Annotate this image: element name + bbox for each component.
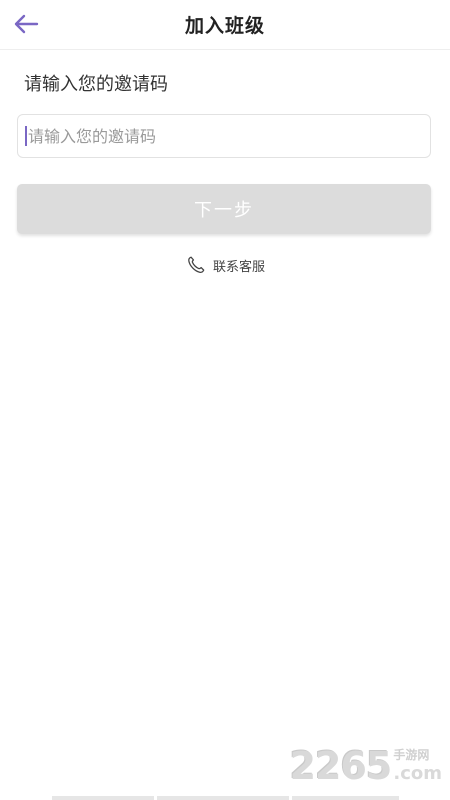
page-title: 加入班级	[184, 15, 265, 37]
watermark-suffix: .com	[393, 763, 442, 784]
top-bar: 加入班级	[0, 0, 450, 50]
invite-code-label: 请输入您的邀请码	[24, 74, 168, 95]
bottom-bar-segment	[157, 796, 289, 800]
back-button[interactable]	[8, 8, 44, 44]
bottom-nav-hint	[0, 796, 450, 800]
contact-support-label: 联系客服	[212, 259, 265, 275]
bottom-bar-segment	[292, 796, 399, 800]
bottom-bar-segment	[52, 796, 154, 800]
watermark-brand: 手游网	[393, 748, 430, 762]
watermark-side: 手游网 .com	[393, 749, 442, 783]
contact-support-link[interactable]: 联系客服	[0, 252, 450, 278]
watermark-digits: 2265	[289, 744, 393, 788]
join-class-screen: 加入班级 请输入您的邀请码 下一步 联系客服 2265 手游网 .com	[0, 0, 450, 800]
text-cursor	[25, 126, 27, 146]
phone-icon	[185, 254, 207, 276]
invite-code-input[interactable]	[28, 116, 418, 156]
site-watermark: 2265 手游网 .com	[290, 742, 442, 790]
back-arrow-icon	[13, 14, 39, 38]
invite-code-field[interactable]	[17, 114, 431, 158]
next-step-button[interactable]: 下一步	[17, 184, 431, 234]
